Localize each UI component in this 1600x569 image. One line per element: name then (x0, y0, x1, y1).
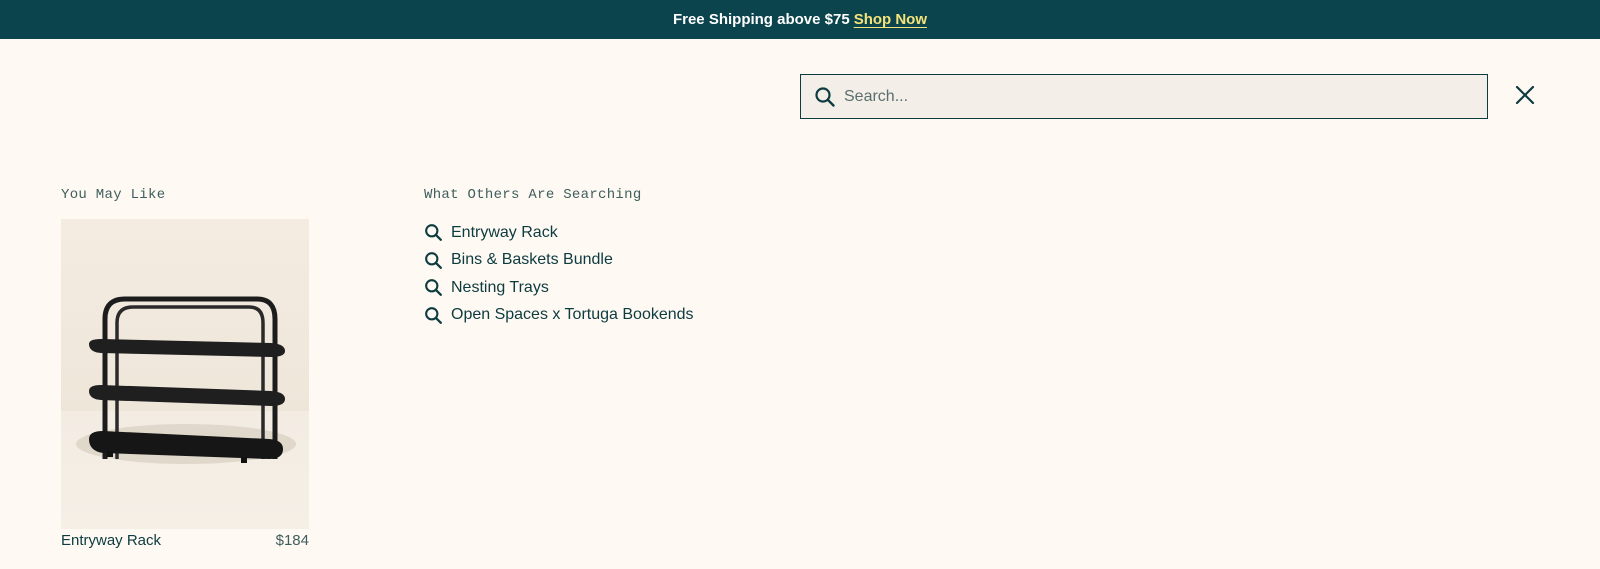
popular-search-label: Nesting Trays (451, 278, 549, 296)
search-icon (424, 306, 443, 325)
others-searching-heading: What Others Are Searching (424, 187, 642, 203)
popular-search-label: Open Spaces x Tortuga Bookends (451, 306, 694, 324)
product-name[interactable]: Entryway Rack (61, 532, 161, 549)
popular-search-item[interactable]: Entryway Rack (424, 219, 694, 247)
popular-search-label: Bins & Baskets Bundle (451, 251, 613, 269)
search-input[interactable] (844, 75, 1487, 118)
search-bar[interactable] (800, 74, 1488, 119)
shop-now-link[interactable]: Shop Now (854, 11, 927, 28)
search-icon (814, 86, 836, 108)
announcement-message: Free Shipping above $75 (672, 11, 850, 28)
popular-search-item[interactable]: Open Spaces x Tortuga Bookends (424, 302, 694, 330)
search-icon (424, 251, 443, 270)
product-card[interactable]: Entryway Rack $184 (61, 219, 309, 549)
announcement-bar: Free Shipping above $75 Shop Now (0, 0, 1600, 39)
close-search-button[interactable] (1513, 83, 1537, 107)
popular-search-item[interactable]: Bins & Baskets Bundle (424, 247, 694, 275)
product-meta: Entryway Rack $184 (61, 532, 309, 549)
search-icon (424, 278, 443, 297)
product-price: $184 (275, 532, 309, 549)
popular-search-item[interactable]: Nesting Trays (424, 274, 694, 302)
close-icon (1515, 85, 1535, 105)
search-icon (424, 223, 443, 242)
entryway-rack-product-image[interactable] (61, 219, 309, 529)
you-may-like-heading: You May Like (61, 187, 166, 203)
popular-search-label: Entryway Rack (451, 223, 558, 241)
popular-searches-list: Entryway Rack Bins & Baskets Bundle Nest… (424, 219, 694, 329)
